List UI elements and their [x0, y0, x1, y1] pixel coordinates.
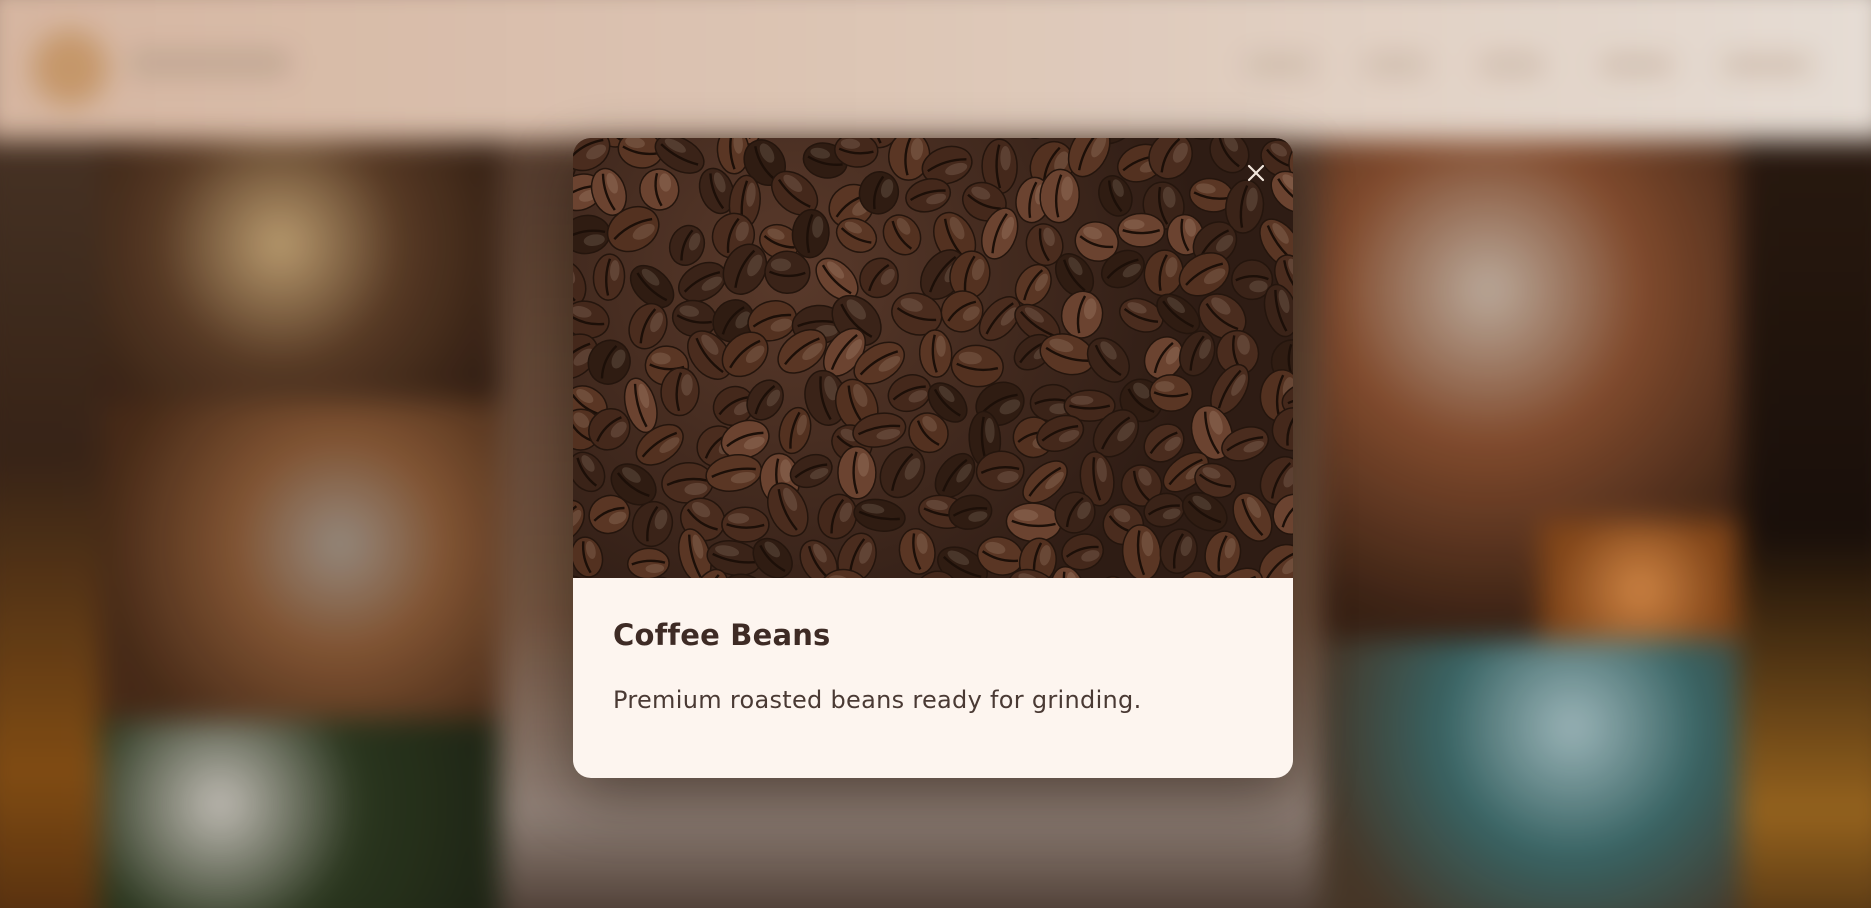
coffee-bean-shape	[859, 257, 899, 299]
coffee-bean-shape	[882, 214, 922, 256]
coffee-bean-shape	[721, 506, 770, 543]
close-icon	[1247, 164, 1265, 182]
coffee-bean-shape	[573, 451, 606, 493]
coffee-bean-shape	[1117, 212, 1166, 248]
coffee-bean-shape	[1159, 528, 1198, 574]
coffee-beans-photo	[573, 138, 1293, 578]
coffee-bean-shape	[853, 498, 906, 532]
coffee-bean-shape	[918, 329, 953, 378]
coffee-beans-illustration	[573, 138, 1293, 578]
modal-title: Coffee Beans	[613, 618, 831, 652]
coffee-bean-shape	[1060, 290, 1104, 339]
coffee-bean-shape	[1013, 138, 1053, 139]
coffee-bean-shape	[764, 250, 811, 295]
page: Coffee Beans Premium roasted beans ready…	[0, 0, 1871, 908]
coffee-bean-shape	[837, 445, 877, 500]
coffee-bean-shape	[1143, 249, 1184, 297]
coffee-bean-shape	[950, 344, 1004, 388]
coffee-bean-shape	[1091, 575, 1126, 578]
coffee-bean-shape	[626, 547, 670, 578]
coffee-bean-shape	[1149, 374, 1194, 412]
coffee-bean-shape	[592, 253, 626, 301]
coffee-bean-shape	[778, 138, 827, 139]
modal-description: Premium roasted beans ready for grinding…	[613, 686, 1142, 714]
close-button[interactable]	[1241, 158, 1271, 188]
coffee-bean-shape	[573, 536, 604, 578]
product-modal: Coffee Beans Premium roasted beans ready…	[573, 138, 1293, 778]
coffee-bean-shape	[1005, 502, 1062, 543]
modal-body: Coffee Beans Premium roasted beans ready…	[573, 578, 1293, 714]
coffee-bean-shape	[639, 168, 680, 211]
coffee-bean-shape	[1086, 337, 1130, 383]
coffee-bean-shape	[573, 214, 611, 255]
coffee-bean-shape	[898, 527, 936, 575]
